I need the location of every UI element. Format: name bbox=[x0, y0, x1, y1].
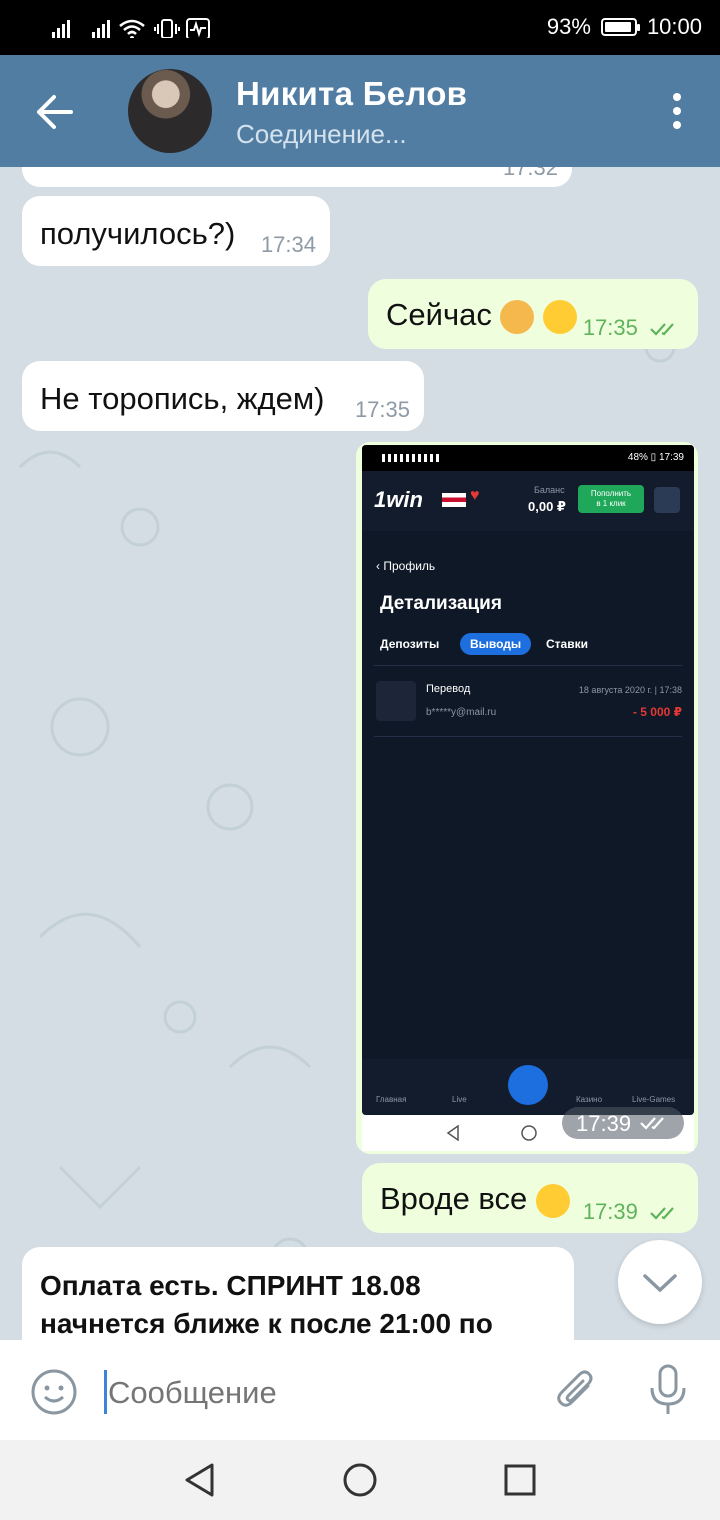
screenshot-row-amount: - 5 000 ₽ bbox=[632, 705, 682, 719]
message-text: Вроде все bbox=[380, 1181, 528, 1216]
screenshot-title: Детализация bbox=[380, 593, 502, 614]
message-text: Сейчас bbox=[386, 297, 492, 332]
message-bubble[interactable]: Вроде все 17:39 bbox=[362, 1163, 698, 1233]
message-bubble[interactable]: 17:32 bbox=[22, 167, 572, 187]
smile-emoji-icon bbox=[535, 1183, 570, 1218]
screenshot-tab-active: Выводы bbox=[460, 633, 532, 655]
contact-name[interactable]: Никита Белов bbox=[236, 75, 467, 113]
message-text-line: Оплата есть. СПРИНТ 18.08 bbox=[40, 1270, 421, 1301]
message-time: 17:39 bbox=[582, 1199, 638, 1224]
battery-percent: 93% bbox=[546, 14, 591, 39]
message-input[interactable] bbox=[106, 1368, 530, 1418]
message-time: 17:35 bbox=[354, 397, 410, 422]
shared-screenshot-image[interactable]: 48% ▯ 17:39 1win ♥ Баланс 0,00 ₽ Пополни… bbox=[362, 445, 694, 1115]
screenshot-balance-value: 0,00 ₽ bbox=[528, 499, 566, 514]
screenshot-app-header: 1win ♥ Баланс 0,00 ₽ Пополнить в 1 клик bbox=[362, 471, 694, 531]
battery-level bbox=[604, 22, 631, 32]
flag-icon bbox=[442, 493, 466, 507]
message-time: 17:39 bbox=[576, 1111, 632, 1136]
screenshot-tab: Депозиты bbox=[380, 637, 440, 651]
signal-icon bbox=[52, 20, 70, 38]
message-text-line: начнется ближе к после 21:00 по bbox=[40, 1308, 493, 1339]
screenshot-balance-label: Баланс bbox=[534, 485, 565, 495]
read-ticks-icon bbox=[650, 323, 674, 336]
emoji-icon[interactable] bbox=[30, 1368, 78, 1416]
microphone-icon[interactable] bbox=[646, 1364, 690, 1418]
message-bubble[interactable]: Оплата есть. СПРИНТ 18.08 начнется ближе… bbox=[22, 1247, 574, 1340]
screenshot-breadcrumb: ‹ Профиль bbox=[376, 559, 436, 573]
clock: 10:00 bbox=[646, 14, 702, 39]
signal-icon bbox=[92, 20, 110, 38]
message-time: 17:32 bbox=[502, 167, 558, 180]
smile-emoji-icon bbox=[543, 299, 578, 334]
message-bubble[interactable]: Сейчас 17:35 bbox=[368, 279, 698, 349]
read-ticks-icon bbox=[640, 1117, 664, 1130]
message-time: 17:34 bbox=[260, 232, 316, 257]
screenshot-deposit-button: Пополнить в 1 клик bbox=[578, 485, 644, 513]
vibrate-icon bbox=[154, 19, 180, 38]
screenshot-signal-icon bbox=[382, 454, 442, 462]
message-bubble[interactable]: Не торопись, ждем) 17:35 bbox=[22, 361, 424, 431]
screenshot-profile-icon bbox=[654, 487, 680, 513]
message-input-bar bbox=[0, 1340, 720, 1440]
nav-back-icon[interactable] bbox=[182, 1462, 218, 1498]
scroll-down-button[interactable] bbox=[618, 1240, 702, 1324]
message-bubble[interactable]: получилось?) 17:34 bbox=[22, 196, 330, 266]
system-nav-bar bbox=[0, 1440, 720, 1520]
message-text: получилось?) bbox=[40, 216, 236, 251]
activity-icon bbox=[186, 18, 210, 38]
message-time: 17:35 bbox=[582, 315, 638, 340]
screenshot-logo: 1win bbox=[374, 487, 423, 512]
screenshot-tab: Ставки bbox=[546, 637, 588, 651]
heart-icon: ♥ bbox=[470, 487, 480, 504]
contact-status: Соединение... bbox=[236, 119, 407, 149]
facepalm-emoji-icon bbox=[500, 299, 535, 334]
screenshot-row-thumb bbox=[376, 681, 416, 721]
chat-header: Никита Белов Соединение... bbox=[0, 55, 720, 167]
chevron-down-icon bbox=[643, 1274, 677, 1293]
nav-home-icon[interactable] bbox=[342, 1462, 378, 1498]
screenshot-row-title: Перевод bbox=[426, 683, 471, 695]
battery-icon bbox=[600, 18, 640, 36]
attach-icon[interactable] bbox=[554, 1368, 600, 1414]
avatar[interactable] bbox=[128, 69, 212, 153]
nav-recents-icon[interactable] bbox=[502, 1462, 538, 1498]
back-arrow-icon[interactable] bbox=[34, 91, 76, 133]
read-ticks-icon bbox=[650, 1207, 674, 1220]
status-bar: 93% 10:00 bbox=[0, 0, 720, 55]
screenshot-row-date: 18 августа 2020 г. | 17:38 bbox=[578, 685, 682, 695]
screenshot-row-email: b*****y@mail.ru bbox=[426, 707, 497, 718]
wifi-icon bbox=[119, 19, 145, 38]
message-text: Не торопись, ждем) bbox=[40, 381, 325, 416]
image-time-overlay: 17:39 bbox=[562, 1107, 684, 1139]
screenshot-center-nav-icon bbox=[508, 1065, 548, 1105]
screenshot-status: 48% ▯ 17:39 bbox=[627, 452, 684, 463]
more-menu-icon[interactable] bbox=[672, 93, 682, 129]
